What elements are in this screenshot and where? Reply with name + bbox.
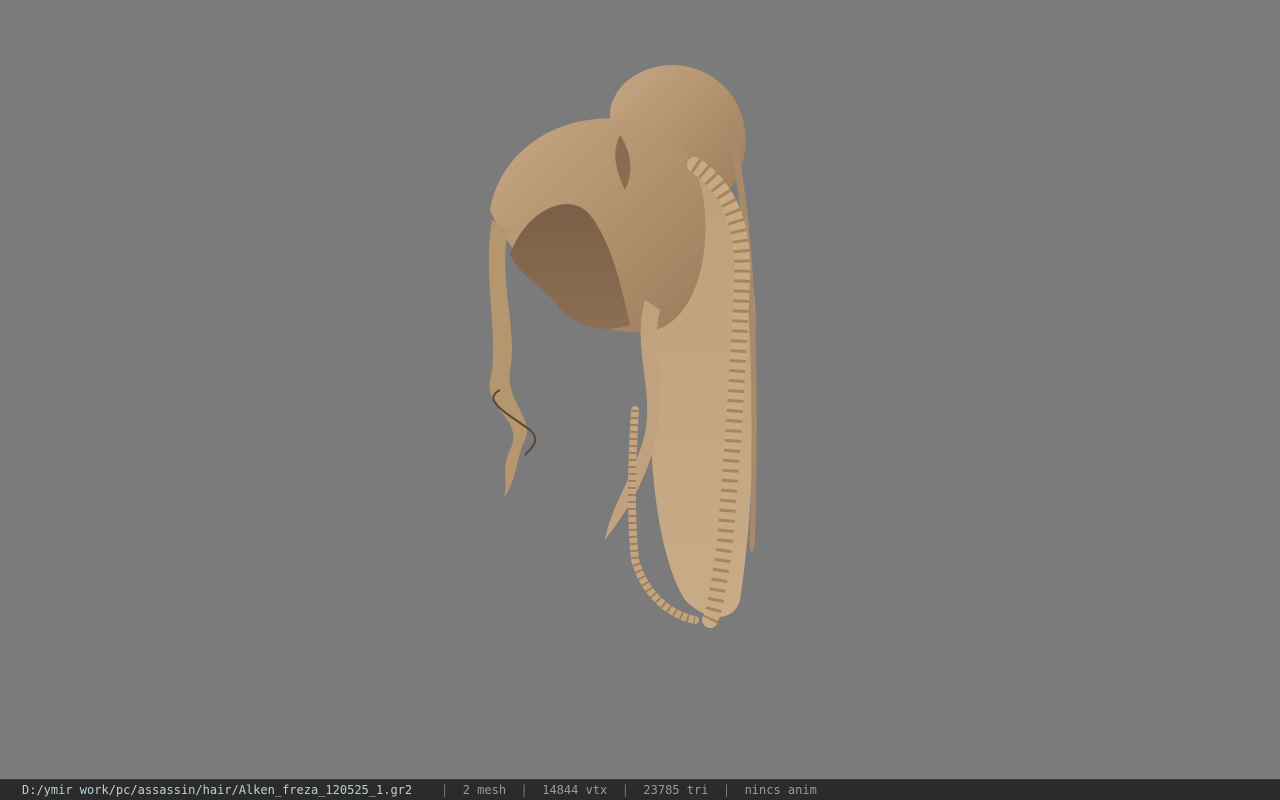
triangle-count: 23785 tri <box>643 783 709 797</box>
hair-model[interactable] <box>470 40 790 640</box>
separator: | <box>441 783 449 797</box>
3d-viewport[interactable] <box>0 0 1280 779</box>
separator: | <box>621 783 629 797</box>
mesh-count: 2 mesh <box>462 783 507 797</box>
file-path: D:/ymir work/pc/assassin/hair/Alken_frez… <box>22 783 413 797</box>
anim-status: nincs anim <box>744 783 817 797</box>
vertex-count: 14844 vtx <box>542 783 608 797</box>
separator: | <box>722 783 731 797</box>
separator: | <box>520 783 528 797</box>
status-bar: D:/ymir work/pc/assassin/hair/Alken_frez… <box>0 779 1280 800</box>
